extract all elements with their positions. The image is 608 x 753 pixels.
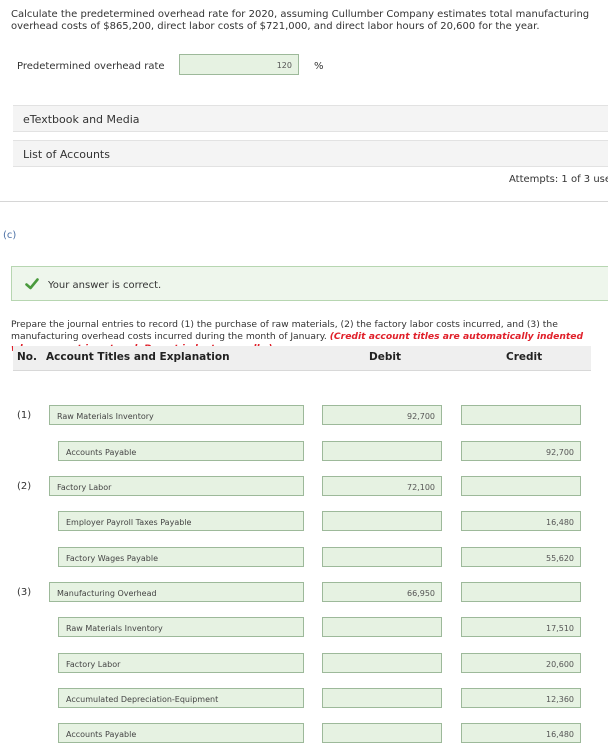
entry-number: (3)	[17, 587, 32, 598]
debit-field[interactable]	[322, 688, 442, 708]
etextbook-link[interactable]: eTextbook and Media	[13, 105, 608, 132]
account-title-field[interactable]: Raw Materials Inventory	[49, 405, 304, 425]
account-title-field[interactable]: Manufacturing Overhead	[49, 582, 304, 602]
debit-field[interactable]: 66,950	[322, 582, 442, 602]
debit-field[interactable]: 92,700	[322, 405, 442, 425]
account-title-field[interactable]: Factory Labor	[58, 653, 304, 673]
account-title-field[interactable]: Employer Payroll Taxes Payable	[58, 511, 304, 531]
header-account: Account Titles and Explanation	[46, 351, 230, 363]
account-title-field[interactable]: Raw Materials Inventory	[58, 617, 304, 637]
debit-field[interactable]	[322, 653, 442, 673]
header-credit: Credit	[506, 351, 543, 363]
credit-field[interactable]: 55,620	[461, 547, 581, 567]
header-debit: Debit	[369, 351, 401, 363]
rate-label: Predetermined overhead rate	[17, 61, 165, 72]
debit-field[interactable]	[322, 511, 442, 531]
credit-field[interactable]	[461, 582, 581, 602]
account-title-field[interactable]: Factory Wages Payable	[58, 547, 304, 567]
debit-field[interactable]	[322, 547, 442, 567]
rate-unit: %	[314, 61, 324, 72]
overhead-rate-input[interactable]: 120	[179, 54, 299, 75]
header-no: No.	[17, 351, 37, 363]
account-title-field[interactable]: Accounts Payable	[58, 441, 304, 461]
account-title-field[interactable]: Accounts Payable	[58, 723, 304, 743]
feedback-text: Your answer is correct.	[48, 280, 162, 291]
part-label: (c)	[3, 230, 17, 241]
debit-field[interactable]	[322, 441, 442, 461]
list-of-accounts-link[interactable]: List of Accounts	[13, 140, 608, 167]
credit-field[interactable]: 92,700	[461, 441, 581, 461]
debit-field[interactable]: 72,100	[322, 476, 442, 496]
credit-field[interactable]	[461, 476, 581, 496]
credit-field[interactable]: 20,600	[461, 653, 581, 673]
checkmark-icon	[25, 278, 39, 290]
entry-number: (1)	[17, 410, 32, 421]
debit-field[interactable]	[322, 617, 442, 637]
attempts-counter: Attempts: 1 of 3 used	[509, 174, 608, 185]
credit-field[interactable]: 16,480	[461, 511, 581, 531]
question-text: Calculate the predetermined overhead rat…	[11, 9, 590, 32]
credit-field[interactable]: 17,510	[461, 617, 581, 637]
account-title-field[interactable]: Accumulated Depreciation-Equipment	[58, 688, 304, 708]
account-title-field[interactable]: Factory Labor	[49, 476, 304, 496]
section-divider	[0, 201, 608, 202]
credit-field[interactable]: 12,360	[461, 688, 581, 708]
entry-number: (2)	[17, 481, 32, 492]
credit-field[interactable]	[461, 405, 581, 425]
credit-field[interactable]: 16,480	[461, 723, 581, 743]
debit-field[interactable]	[322, 723, 442, 743]
